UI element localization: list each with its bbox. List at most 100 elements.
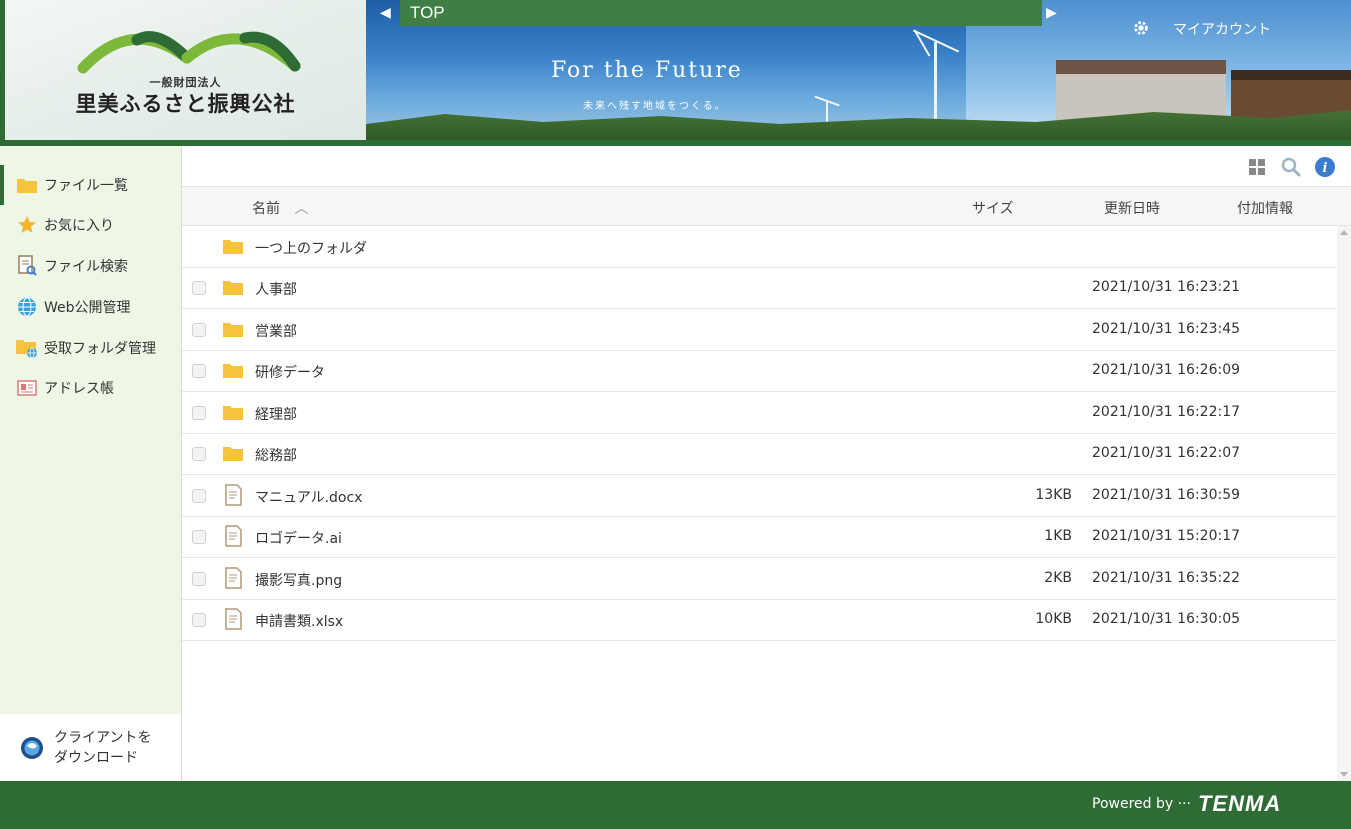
parent-folder-row[interactable]: 一つ上のフォルダ <box>182 226 1337 268</box>
column-header-name[interactable]: 名前 ︿ <box>252 198 308 218</box>
sidebar-item-label: お気に入り <box>44 218 114 234</box>
client-download-line1: クライアントを <box>54 729 152 746</box>
row-checkbox[interactable] <box>192 281 206 295</box>
file-date: 2021/10/31 16:23:45 <box>1092 321 1241 337</box>
column-header-size[interactable]: サイズ <box>972 198 1014 218</box>
sidebar-item-label: 受取フォルダ管理 <box>44 341 156 357</box>
file-date: 2021/10/31 16:35:22 <box>1092 570 1241 586</box>
row-checkbox[interactable] <box>192 323 206 337</box>
logo[interactable]: 一般財団法人 里美ふるさと振興公社 <box>0 0 366 140</box>
file-date: 2021/10/31 16:23:21 <box>1092 279 1241 295</box>
file-date: 2021/10/31 16:30:59 <box>1092 487 1241 503</box>
sidebar-item-receive-folder[interactable]: 受取フォルダ管理 <box>0 328 181 368</box>
globe-icon <box>16 296 38 318</box>
table-row[interactable]: マニュアル.docx 13KB 2021/10/31 16:30:59 <box>182 475 1337 517</box>
table-header: 名前 ︿ サイズ 更新日時 付加情報 <box>182 186 1351 226</box>
client-download-icon <box>21 736 43 759</box>
file-name: ロゴデータ.ai <box>255 531 342 547</box>
org-name: 里美ふるさと振興公社 <box>75 91 296 116</box>
parent-folder-label: 一つ上のフォルダ <box>255 241 367 257</box>
row-checkbox[interactable] <box>192 572 206 586</box>
file-size: 2KB <box>1044 570 1072 586</box>
file-name: 人事部 <box>255 282 297 298</box>
table-row[interactable]: 撮影写真.png 2KB 2021/10/31 16:35:22 <box>182 558 1337 600</box>
folder-icon <box>223 447 243 461</box>
breadcrumb[interactable]: TOP <box>400 0 1042 26</box>
column-header-extra[interactable]: 付加情報 <box>1237 198 1293 218</box>
file-date: 2021/10/31 16:22:17 <box>1092 404 1241 420</box>
document-icon <box>225 608 242 630</box>
file-date: 2021/10/31 16:26:09 <box>1092 362 1241 378</box>
vertical-scrollbar[interactable] <box>1337 226 1351 781</box>
search-icon[interactable] <box>1280 156 1302 178</box>
row-checkbox[interactable] <box>192 406 206 420</box>
row-checkbox[interactable] <box>192 489 206 503</box>
folder-icon <box>223 240 243 254</box>
grid-view-icon[interactable] <box>1246 156 1268 178</box>
logo-mountains-icon <box>77 31 301 74</box>
info-icon[interactable]: i <box>1314 156 1336 178</box>
file-search-icon <box>16 255 38 277</box>
sidebar-item-favorites[interactable]: お気に入り <box>0 205 181 245</box>
file-size: 13KB <box>1035 487 1072 503</box>
header: 一般財団法人 里美ふるさと振興公社 For the Future 未来へ残す地域… <box>0 0 1351 146</box>
svg-text:i: i <box>1323 161 1328 176</box>
file-size: 10KB <box>1035 611 1072 627</box>
row-checkbox[interactable] <box>192 530 206 544</box>
gear-icon[interactable] <box>1132 19 1150 37</box>
footer: Powered by ··· TENMA <box>0 781 1351 829</box>
table-row[interactable]: 研修データ 2021/10/31 16:26:09 <box>182 350 1337 392</box>
star-icon <box>16 214 38 236</box>
column-header-date[interactable]: 更新日時 <box>1104 198 1160 218</box>
sidebar: ファイル一覧 お気に入り ファイル検索 Web公開管理 受取フォルダ管理 アドレ… <box>0 146 182 781</box>
file-name: 申請書類.xlsx <box>255 614 344 630</box>
table-row[interactable]: 経理部 2021/10/31 16:22:17 <box>182 392 1337 434</box>
document-icon <box>225 484 242 506</box>
file-list-panel: i 名前 ︿ サイズ 更新日時 付加情報 一つ上のフォルダ 人事部 2021/1… <box>182 146 1351 781</box>
banner-title: For the Future <box>551 58 743 83</box>
row-checkbox[interactable] <box>192 364 206 378</box>
folder-icon <box>223 364 243 378</box>
client-download-button[interactable]: クライアントを ダウンロード <box>0 714 181 781</box>
address-card-icon <box>16 377 38 399</box>
folder-globe-icon <box>16 337 38 359</box>
toolbar: i <box>182 146 1351 186</box>
banner-subtitle: 未来へ残す地域をつくる。 <box>583 101 727 112</box>
breadcrumb-forward-icon[interactable]: ▶ <box>1046 5 1060 23</box>
file-name: 経理部 <box>255 407 297 423</box>
scroll-up-icon[interactable] <box>1340 230 1348 235</box>
file-size: 1KB <box>1044 528 1072 544</box>
file-name: 撮影写真.png <box>255 573 343 589</box>
document-icon <box>225 567 242 589</box>
sidebar-item-address-book[interactable]: アドレス帳 <box>0 368 181 408</box>
table-row[interactable]: 申請書類.xlsx 10KB 2021/10/31 16:30:05 <box>182 599 1337 641</box>
sidebar-item-file-search[interactable]: ファイル検索 <box>0 246 181 286</box>
sidebar-item-label: Web公開管理 <box>44 300 131 316</box>
table-row[interactable]: 人事部 2021/10/31 16:23:21 <box>182 267 1337 309</box>
scroll-down-icon[interactable] <box>1340 772 1348 777</box>
file-date: 2021/10/31 16:30:05 <box>1092 611 1241 627</box>
powered-by-text: Powered by ··· <box>1092 796 1191 812</box>
row-checkbox[interactable] <box>192 447 206 461</box>
file-name: マニュアル.docx <box>255 490 363 506</box>
folder-icon <box>16 174 38 196</box>
folder-icon <box>223 281 243 295</box>
folder-icon <box>223 323 243 337</box>
sidebar-item-label: ファイル一覧 <box>44 178 128 194</box>
file-name: 総務部 <box>255 448 297 464</box>
my-account-link[interactable]: マイアカウント <box>1173 19 1271 39</box>
sidebar-item-label: ファイル検索 <box>44 259 128 275</box>
sidebar-item-label: アドレス帳 <box>44 381 114 397</box>
breadcrumb-back-icon[interactable]: ◀ <box>380 5 394 23</box>
sidebar-item-web-publish[interactable]: Web公開管理 <box>0 287 181 327</box>
table-row[interactable]: ロゴデータ.ai 1KB 2021/10/31 15:20:17 <box>182 516 1337 558</box>
table-row[interactable]: 総務部 2021/10/31 16:22:07 <box>182 433 1337 475</box>
row-checkbox[interactable] <box>192 613 206 627</box>
sidebar-item-file-list[interactable]: ファイル一覧 <box>0 165 181 205</box>
table-row[interactable]: 営業部 2021/10/31 16:23:45 <box>182 309 1337 351</box>
file-name: 営業部 <box>255 324 297 340</box>
file-name: 研修データ <box>255 365 325 381</box>
client-download-line2: ダウンロード <box>54 749 138 766</box>
sort-ascending-icon: ︿ <box>294 201 309 217</box>
folder-icon <box>223 406 243 420</box>
